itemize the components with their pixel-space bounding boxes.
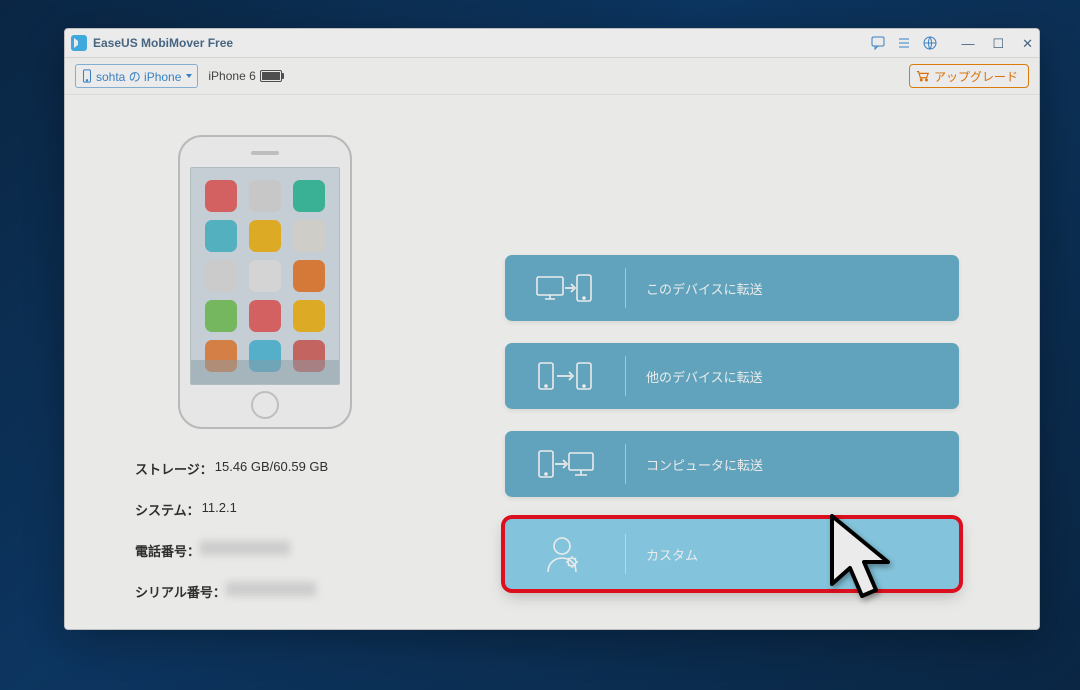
transfer-to-other-device-button[interactable]: 他のデバイスに転送 (505, 343, 959, 409)
app-logo-icon (71, 35, 87, 51)
menu-icon[interactable] (896, 35, 912, 51)
main-area: ストレージ： 15.46 GB/60.59 GB システム： 11.2.1 電話… (65, 95, 1039, 629)
actions-panel: このデバイスに転送 他のデバイスに転送 (465, 95, 1039, 629)
title-bar: EaseUS MobiMover Free — ☐ ✕ (65, 29, 1039, 58)
phone-to-phone-icon (535, 359, 595, 393)
action-label: このデバイスに転送 (626, 279, 763, 298)
user-gear-icon (542, 534, 588, 574)
storage-label: ストレージ： (135, 459, 213, 478)
upgrade-button[interactable]: アップグレード (909, 64, 1029, 88)
phone-value-redacted (200, 541, 290, 555)
app-title: EaseUS MobiMover Free (93, 36, 233, 50)
device-panel: ストレージ： 15.46 GB/60.59 GB システム： 11.2.1 電話… (65, 95, 465, 629)
action-label: コンピュータに転送 (626, 455, 763, 474)
phone-illustration (178, 135, 352, 429)
serial-value-redacted (226, 582, 316, 596)
upgrade-label: アップグレード (934, 68, 1018, 85)
device-selector[interactable]: sohta の iPhone (75, 64, 198, 88)
feedback-icon[interactable] (870, 35, 886, 51)
system-label: システム： (135, 500, 200, 519)
transfer-to-computer-button[interactable]: コンピュータに転送 (505, 431, 959, 497)
device-info: ストレージ： 15.46 GB/60.59 GB システム： 11.2.1 電話… (135, 459, 395, 623)
maximize-button[interactable]: ☐ (992, 37, 1004, 50)
custom-button[interactable]: カスタム (505, 519, 959, 589)
phone-to-pc-icon (535, 447, 595, 481)
serial-label: シリアル番号： (135, 582, 226, 601)
phone-icon (82, 69, 92, 83)
device-selector-label: sohta の iPhone (96, 68, 181, 85)
device-bar: sohta の iPhone iPhone 6 アップグレード (65, 58, 1039, 95)
app-window: EaseUS MobiMover Free — ☐ ✕ sohta の iPho… (64, 28, 1040, 630)
close-button[interactable]: ✕ (1022, 37, 1033, 50)
action-label: 他のデバイスに転送 (626, 367, 763, 386)
battery-icon (260, 70, 282, 82)
pc-to-phone-icon (535, 271, 595, 305)
cart-icon (916, 70, 930, 82)
action-label: カスタム (626, 545, 698, 564)
globe-icon[interactable] (922, 35, 938, 51)
minimize-button[interactable]: — (961, 37, 974, 50)
window-controls: — ☐ ✕ (961, 37, 1033, 50)
transfer-to-this-device-button[interactable]: このデバイスに転送 (505, 255, 959, 321)
device-model-label: iPhone 6 (208, 69, 255, 83)
phone-label: 電話番号： (135, 541, 200, 560)
storage-value: 15.46 GB/60.59 GB (215, 459, 328, 478)
system-value: 11.2.1 (202, 500, 237, 519)
